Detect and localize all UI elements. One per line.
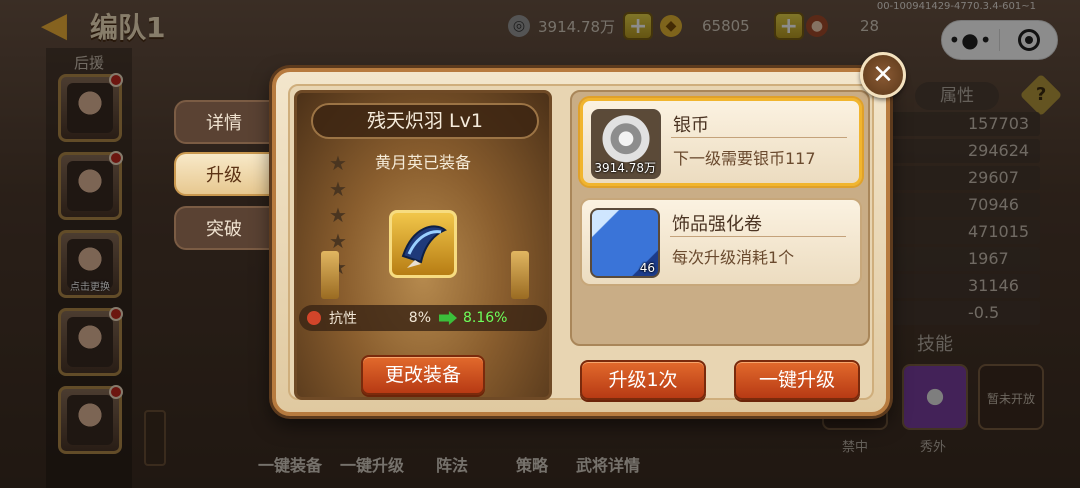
- material-title: 饰品强化卷: [672, 214, 762, 235]
- resistance-icon: [307, 311, 321, 325]
- material-quantity: 46: [639, 261, 655, 275]
- silver-coin-icon: 3914.78万: [591, 109, 661, 179]
- star-icon: ★: [329, 151, 347, 175]
- stat-name: 抗性: [329, 311, 357, 327]
- upgrade-all-button[interactable]: 一键升级: [734, 360, 860, 400]
- item-name: 残天炽羽 Lv1: [311, 103, 539, 139]
- tab-upgrade[interactable]: 升级: [174, 152, 274, 196]
- change-equipment-button[interactable]: 更改装备: [361, 355, 485, 395]
- pedestal-pillar: [511, 251, 529, 299]
- stat-current-value: 8%: [408, 310, 431, 326]
- stat-next-value: 8.16%: [463, 310, 508, 326]
- material-card-silver[interactable]: 3914.78万 银币 下一级需要银币117: [580, 98, 862, 186]
- material-quantity: 3914.78万: [594, 161, 656, 175]
- feather-fan-icon: [401, 225, 447, 268]
- close-icon[interactable]: ✕: [860, 52, 906, 98]
- arrow-right-icon: [439, 311, 457, 325]
- stat-preview-bar: 抗性 8% 8.16%: [299, 305, 547, 331]
- material-description: 每次升级消耗1个: [672, 248, 795, 267]
- item-display-panel: 残天炽羽 Lv1 黄月英已装备 ★ ★ ★ ★ ★ 抗性 8% 8.16% 更改…: [294, 90, 552, 400]
- star-icon: ★: [329, 229, 347, 253]
- tab-breakthrough[interactable]: 突破: [174, 206, 274, 250]
- material-title: 银币: [673, 115, 709, 136]
- material-card-scroll[interactable]: 46 饰品强化卷 每次升级消耗1个: [580, 198, 862, 286]
- divider: [671, 137, 847, 138]
- pedestal-pillar: [321, 251, 339, 299]
- accessory-scroll-icon: 46: [590, 208, 660, 278]
- materials-panel: 3914.78万 银币 下一级需要银币117 46 饰品强化卷 每次升级消耗1个: [570, 90, 870, 346]
- upgrade-once-button[interactable]: 升级1次: [580, 360, 706, 400]
- tab-details[interactable]: 详情: [174, 100, 274, 144]
- material-description: 下一级需要银币117: [673, 149, 816, 168]
- star-icon: ★: [329, 177, 347, 201]
- divider: [670, 236, 846, 237]
- accessory-item-icon[interactable]: [389, 210, 457, 278]
- star-icon: ★: [329, 203, 347, 227]
